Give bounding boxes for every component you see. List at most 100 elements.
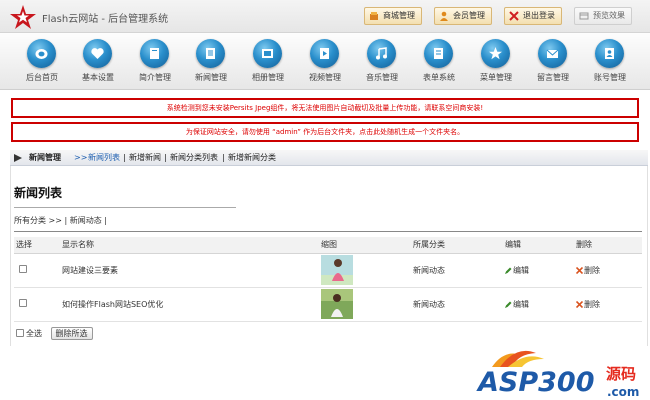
nav-label-basic-settings: 基本设置 [82, 73, 114, 82]
select-all-checkbox[interactable] [16, 329, 24, 337]
row-delete-label: 删除 [584, 299, 600, 309]
preview-icon [579, 12, 589, 20]
nav-item-basic-settings[interactable]: 基本设置 [70, 39, 126, 89]
shop-manage-button[interactable]: 商城管理 [364, 7, 422, 25]
row-checkbox[interactable] [19, 299, 27, 307]
album-icon [262, 49, 273, 58]
row-delete-link[interactable]: 删除 [574, 287, 642, 322]
news-table: 选择 显示名称 缩图 所属分类 编辑 删除 网站建设三要素 新闻动态 编辑 删除 [14, 237, 642, 322]
music-icon [376, 47, 387, 60]
nav-item-music[interactable]: 音乐管理 [354, 39, 410, 89]
row-edit-label: 编辑 [513, 299, 529, 309]
watermark-suffix: 源码 [606, 365, 636, 383]
crumb-divider: | [164, 153, 167, 162]
row-delete-label: 删除 [584, 265, 600, 275]
delete-x-icon [575, 266, 584, 274]
nav-item-menu[interactable]: 菜单管理 [468, 39, 524, 89]
crumb-add-news-category[interactable]: 新增新闻分类 [228, 150, 276, 166]
category-bar: 所有分类 >> | 新闻动态 | [14, 215, 107, 226]
home-icon [35, 49, 48, 59]
crumb-news-list[interactable]: 新闻列表 [88, 150, 120, 166]
row-category: 新闻动态 [411, 287, 503, 322]
col-header-name: 显示名称 [60, 237, 319, 254]
select-all-label[interactable]: 全选 [26, 329, 42, 338]
star-icon [489, 47, 502, 60]
logout-icon [509, 11, 519, 21]
watermark-domain: .com [607, 385, 639, 399]
nav-label-video: 视频管理 [309, 73, 341, 82]
nav-item-accounts[interactable]: 账号管理 [582, 39, 638, 89]
member-manage-button[interactable]: 会员管理 [434, 7, 492, 25]
asp300-watermark-logo: ASP300 源码 .com [476, 350, 639, 399]
col-header-category: 所属分类 [411, 237, 503, 254]
member-manage-label: 会员管理 [453, 11, 485, 20]
nav-label-music: 音乐管理 [366, 73, 398, 82]
crumb-divider: | [222, 153, 225, 162]
logout-button[interactable]: 退出登录 [504, 7, 562, 25]
nav-item-album[interactable]: 相册管理 [240, 39, 296, 89]
document-icon [206, 48, 215, 59]
row-edit-link[interactable]: 编辑 [503, 253, 574, 288]
preview-button[interactable]: 预览效果 [574, 7, 632, 25]
row-category: 新闻动态 [411, 253, 503, 288]
component-warning: 系统检测到您未安装Persits Jpeg组件，将无法使用图片自动截切及批量上传… [11, 98, 639, 118]
nav-label-news: 新闻管理 [195, 73, 227, 82]
crumb-news-category-list[interactable]: 新闻分类列表 [170, 150, 218, 166]
row-checkbox[interactable] [19, 265, 27, 273]
nav-label-forms: 表单系统 [423, 73, 455, 82]
shop-icon [370, 12, 378, 20]
category-all-link[interactable]: 所有分类 [14, 216, 46, 225]
nav-label-accounts: 账号管理 [594, 73, 626, 82]
nav-item-news[interactable]: 新闻管理 [183, 39, 239, 89]
nav-label-home: 后台首页 [26, 73, 58, 82]
app-title: Flash云网站 - 后台管理系统 [42, 14, 169, 25]
logo-star-icon [10, 5, 36, 29]
heart-icon [91, 48, 104, 59]
pencil-icon [505, 301, 512, 308]
row-name[interactable]: 网站建设三要素 [60, 253, 319, 288]
nav-item-messages[interactable]: 留言管理 [525, 39, 581, 89]
table-row: 网站建设三要素 新闻动态 编辑 删除 [14, 253, 642, 288]
nav-label-messages: 留言管理 [537, 73, 569, 82]
category-news-dynamic-link[interactable]: 新闻动态 [70, 216, 102, 225]
row-edit-link[interactable]: 编辑 [503, 287, 574, 322]
shop-manage-label: 商城管理 [383, 11, 415, 20]
delete-x-icon [575, 300, 584, 308]
security-warning[interactable]: 为保证网站安全，请勿使用 “admin” 作为后台文件夹，点击此处随机生成一个文… [11, 122, 639, 142]
nav-label-album: 相册管理 [252, 73, 284, 82]
form-icon [434, 48, 443, 59]
breadcrumb: 新闻管理 >> 新闻列表 | 新增新闻 | 新闻分类列表 | 新增新闻分类 [10, 150, 648, 166]
nav-label-intro: 简介管理 [139, 73, 171, 82]
watermark-text: ASP300 [476, 367, 595, 398]
delete-selected-button[interactable]: 删除所选 [50, 327, 93, 340]
page-title: 新闻列表 [14, 186, 63, 200]
row-delete-link[interactable]: 删除 [574, 253, 642, 288]
table-row: 如何操作Flash网站SEO优化 新闻动态 编辑 删除 [14, 287, 642, 322]
top-header: Flash云网站 - 后台管理系统 商城管理 会员管理 退出登录 预览效果 [0, 0, 650, 33]
book-icon [150, 48, 159, 59]
video-icon [320, 48, 329, 59]
crumb-add-news[interactable]: 新增新闻 [129, 150, 161, 166]
table-footer: 全选 删除所选 [16, 327, 93, 340]
category-divider: | [104, 216, 107, 225]
nav-item-home[interactable]: 后台首页 [14, 39, 70, 89]
nav-item-forms[interactable]: 表单系统 [411, 39, 467, 89]
nav-label-menu: 菜单管理 [480, 73, 512, 82]
breadcrumb-separator: >> [74, 153, 88, 162]
table-header-row: 选择 显示名称 缩图 所属分类 编辑 删除 [14, 237, 642, 254]
title-divider [14, 207, 236, 208]
row-thumbnail [321, 255, 353, 285]
mail-icon [546, 49, 559, 58]
breadcrumb-arrow-icon [14, 154, 22, 162]
category-separator: >> [48, 216, 62, 225]
preview-label: 预览效果 [593, 11, 625, 20]
col-header-delete: 删除 [574, 237, 642, 254]
category-divider: | [64, 216, 68, 225]
breadcrumb-title: 新闻管理 [29, 153, 61, 162]
row-name[interactable]: 如何操作Flash网站SEO优化 [60, 287, 319, 322]
nav-item-video[interactable]: 视频管理 [297, 39, 353, 89]
member-icon [440, 11, 448, 21]
main-nav: 后台首页 基本设置 简介管理 新闻管理 相册管理 视频管理 音乐管理 表单系统 … [0, 33, 650, 90]
category-divider-line [14, 231, 642, 232]
nav-item-intro[interactable]: 简介管理 [127, 39, 183, 89]
